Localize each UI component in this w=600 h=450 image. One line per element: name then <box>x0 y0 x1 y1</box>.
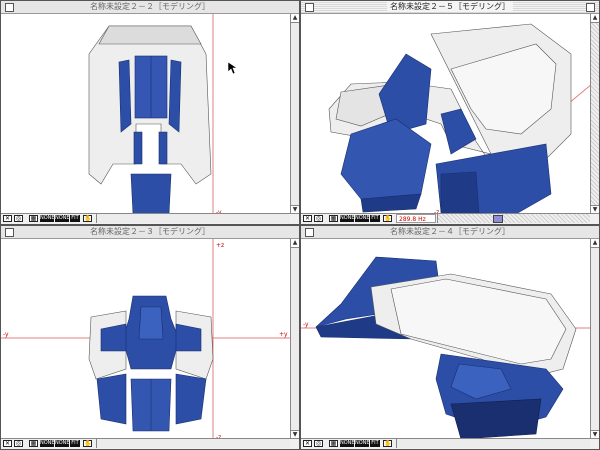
axis-tool-icon[interactable]: ✕ <box>303 215 312 222</box>
view-toolbar: ✕ ◎ ▦ NONE NONE FIT ✋ <box>301 438 599 449</box>
axis-label: -y <box>3 331 9 338</box>
scroll-up-icon[interactable]: ▲ <box>591 14 599 23</box>
mouse-cursor-icon <box>227 61 237 75</box>
vertical-scrollbar[interactable]: ▲ ▼ <box>290 239 299 439</box>
window-top-left: 名称未設定２－２［モデリング］ -y ▲ ▼ ✕ ◎ ▦ NONE NONE F… <box>0 0 300 225</box>
fit-button[interactable]: FIT <box>370 215 380 222</box>
axis-tool-icon[interactable]: ✕ <box>3 215 12 222</box>
hand-tool-icon[interactable]: ✋ <box>83 440 92 447</box>
scroll-up-icon[interactable]: ▲ <box>591 239 599 248</box>
window-title: 名称未設定２－５［モデリング］ <box>301 1 599 13</box>
viewport-top[interactable]: -y <box>301 239 592 440</box>
titlebar[interactable]: 名称未設定２－３［モデリング］ <box>1 226 299 239</box>
model-top-view: -y <box>301 256 592 440</box>
window-bottom-left: 名称未設定２－３［モデリング］ +z -z -y +y ▲ ▼ <box>0 225 300 450</box>
hand-tool-icon[interactable]: ✋ <box>383 215 392 222</box>
viewport-front[interactable]: -y <box>1 14 290 216</box>
none-button[interactable]: NONE <box>55 215 70 222</box>
none-button[interactable]: NONE <box>340 440 355 447</box>
window-title-text: 名称未設定２－４［モデリング］ <box>387 227 513 236</box>
window-title-text: 名称未設定２－３［モデリング］ <box>87 227 213 236</box>
coordinate-readout: 289.8 Hz <box>396 214 436 223</box>
viewport-perspective[interactable]: -z <box>301 14 593 216</box>
magnify-tool-icon[interactable]: ◎ <box>314 440 323 447</box>
axis-label: -y <box>303 321 309 328</box>
view-toolbar: ✕ ◎ ▦ NONE NONE FIT ✋ <box>1 438 299 449</box>
scroll-thumb[interactable] <box>493 215 503 223</box>
window-title-text: 名称未設定２－２［モデリング］ <box>87 2 213 11</box>
model-front-view: -y <box>88 14 222 216</box>
model-part <box>130 173 172 215</box>
view-toolbar: ✕ ◎ ▦ NONE NONE FIT ✋ 289.8 Hz <box>301 213 599 224</box>
grid-tool-icon[interactable]: ▦ <box>329 440 338 447</box>
model-side-view: +z -z -y +y <box>1 239 292 441</box>
scroll-up-icon[interactable]: ▲ <box>291 239 299 248</box>
none-button[interactable]: NONE <box>40 440 55 447</box>
fit-button[interactable]: FIT <box>70 440 80 447</box>
view-toolbar: ✕ ◎ ▦ NONE NONE FIT ✋ <box>1 213 299 224</box>
grid-tool-icon[interactable]: ▦ <box>29 215 38 222</box>
window-title: 名称未設定２－４［モデリング］ <box>301 226 599 238</box>
window-title: 名称未設定２－２［モデリング］ <box>1 1 299 13</box>
none-button[interactable]: NONE <box>355 440 370 447</box>
vertical-scrollbar[interactable]: ▲ ▼ <box>290 14 299 214</box>
vertical-scrollbar[interactable]: ▲ ▼ <box>590 14 599 214</box>
horizontal-scrollbar[interactable] <box>96 214 290 223</box>
grid-tool-icon[interactable]: ▦ <box>329 215 338 222</box>
titlebar[interactable]: 名称未設定２－２［モデリング］ <box>1 1 299 14</box>
hand-tool-icon[interactable]: ✋ <box>83 215 92 222</box>
scroll-up-icon[interactable]: ▲ <box>291 14 299 23</box>
none-button[interactable]: NONE <box>40 215 55 222</box>
zoom-box[interactable] <box>586 3 595 12</box>
horizontal-scrollbar[interactable] <box>96 439 290 448</box>
magnify-tool-icon[interactable]: ◎ <box>314 215 323 222</box>
window-top-right: 名称未設定２－５［モデリング］ -z ▲ ▼ ✕ ◎ ▦ NONE NONE F… <box>300 0 600 225</box>
window-title-text: 名称未設定２－５［モデリング］ <box>387 2 513 11</box>
viewport-side[interactable]: +z -z -y +y <box>1 239 292 441</box>
titlebar[interactable]: 名称未設定２－４［モデリング］ <box>301 226 599 239</box>
none-button[interactable]: NONE <box>55 440 70 447</box>
model-part <box>133 131 143 165</box>
model-part <box>96 373 127 425</box>
fit-button[interactable]: FIT <box>370 440 380 447</box>
horizontal-scrollbar[interactable] <box>396 439 590 448</box>
model-perspective-view: -z <box>328 23 593 216</box>
hand-tool-icon[interactable]: ✋ <box>383 440 392 447</box>
window-bottom-right: 名称未設定２－４［モデリング］ -y ▲ ▼ ✕ ◎ ▦ NONE NONE F… <box>300 225 600 450</box>
axis-tool-icon[interactable]: ✕ <box>303 440 312 447</box>
vertical-scrollbar[interactable]: ▲ ▼ <box>590 239 599 439</box>
model-top <box>98 25 202 45</box>
model-part <box>118 59 132 133</box>
grid-tool-icon[interactable]: ▦ <box>29 440 38 447</box>
axis-label: +y <box>279 331 288 338</box>
magnify-tool-icon[interactable]: ◎ <box>14 215 23 222</box>
horizontal-scrollbar[interactable] <box>437 214 590 223</box>
magnify-tool-icon[interactable]: ◎ <box>14 440 23 447</box>
titlebar[interactable]: 名称未設定２－５［モデリング］ <box>301 1 599 14</box>
window-title: 名称未設定２－３［モデリング］ <box>1 226 299 238</box>
fit-button[interactable]: FIT <box>70 215 80 222</box>
axis-tool-icon[interactable]: ✕ <box>3 440 12 447</box>
none-button[interactable]: NONE <box>340 215 355 222</box>
axis-label: +z <box>216 242 224 249</box>
none-button[interactable]: NONE <box>355 215 370 222</box>
model-part <box>168 59 182 133</box>
model-part <box>158 131 168 165</box>
model-part <box>175 373 207 425</box>
